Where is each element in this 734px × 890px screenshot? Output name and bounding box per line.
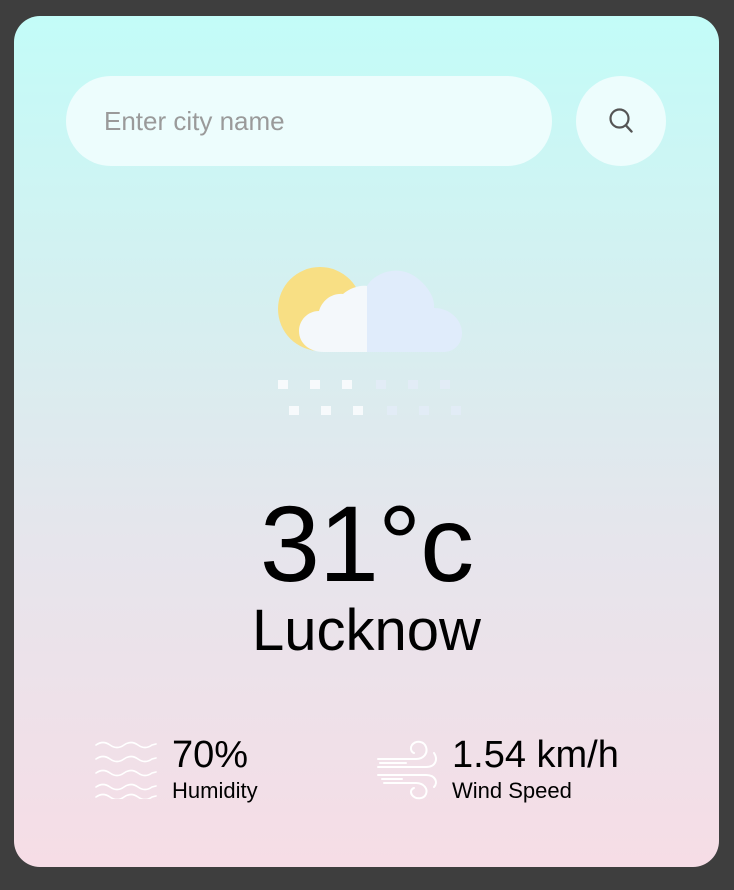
humidity-label: Humidity <box>172 778 258 803</box>
weather-card: 31°c Lucknow 70% Humidity <box>14 16 719 867</box>
wind-text: 1.54 km/h Wind Speed <box>452 734 619 804</box>
search-input[interactable] <box>66 76 552 166</box>
humidity-value: 70% <box>172 734 249 776</box>
search-button[interactable] <box>576 76 666 166</box>
search-icon <box>609 108 633 133</box>
city-name: Lucknow <box>252 598 481 663</box>
humidity-stat: 70% Humidity <box>94 734 258 804</box>
wind-label: Wind Speed <box>452 778 572 803</box>
wind-icon <box>377 740 437 800</box>
partly-cloudy-rain-icon <box>278 267 462 415</box>
wind-stat: 1.54 km/h Wind Speed <box>376 734 619 804</box>
humidity-waves-icon <box>95 741 157 799</box>
humidity-text: 70% Humidity <box>172 734 258 804</box>
wind-value: 1.54 km/h <box>452 734 619 776</box>
temperature: 31°c <box>259 483 474 604</box>
